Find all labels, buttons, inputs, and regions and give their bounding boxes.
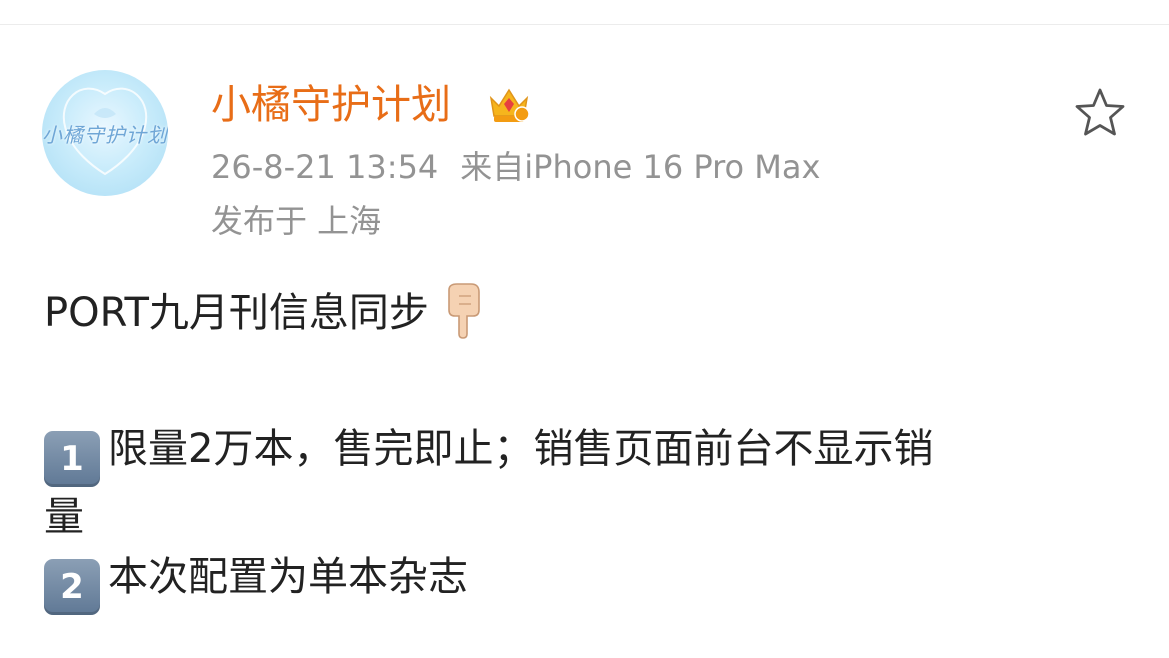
top-divider <box>0 0 1169 25</box>
list-item: 1 限量2万本，售完即止；销售页面前台不显示销 <box>44 419 1124 487</box>
pointing-down-hand-icon <box>448 283 480 339</box>
keycap-two-icon: 2 <box>44 559 100 615</box>
keycap-one-icon: 1 <box>44 431 100 487</box>
list-item-text: 限量2万本，售完即止；销售页面前台不显示销 <box>108 426 934 472</box>
post-title: PORT九月刊信息同步 <box>44 290 429 336</box>
avatar[interactable]: 小橘守护计划 <box>42 70 168 196</box>
post-meta: 26-8-21 13:54 来自iPhone 16 Pro Max <box>211 146 820 188</box>
crown-icon <box>489 88 530 122</box>
post-content: PORT九月刊信息同步 1 限量2万本，售完即止；销售页面前台不显示销 量 2 本次… <box>44 282 1124 615</box>
author-name[interactable]: 小橘守护计划 <box>211 80 451 130</box>
post-source: 来自iPhone 16 Pro Max <box>460 148 821 186</box>
post-title-line: PORT九月刊信息同步 <box>44 282 1124 343</box>
avatar-label: 小橘守护计划 <box>42 122 168 147</box>
list-item-text: 本次配置为单本杂志 <box>108 554 468 600</box>
list-item-continued: 量 <box>44 494 84 540</box>
list-item: 2 本次配置为单本杂志 <box>44 547 1124 615</box>
post-location: 发布于 上海 <box>211 202 382 240</box>
post-timestamp: 26-8-21 13:54 <box>211 148 439 186</box>
star-outline-icon[interactable] <box>1073 86 1127 140</box>
